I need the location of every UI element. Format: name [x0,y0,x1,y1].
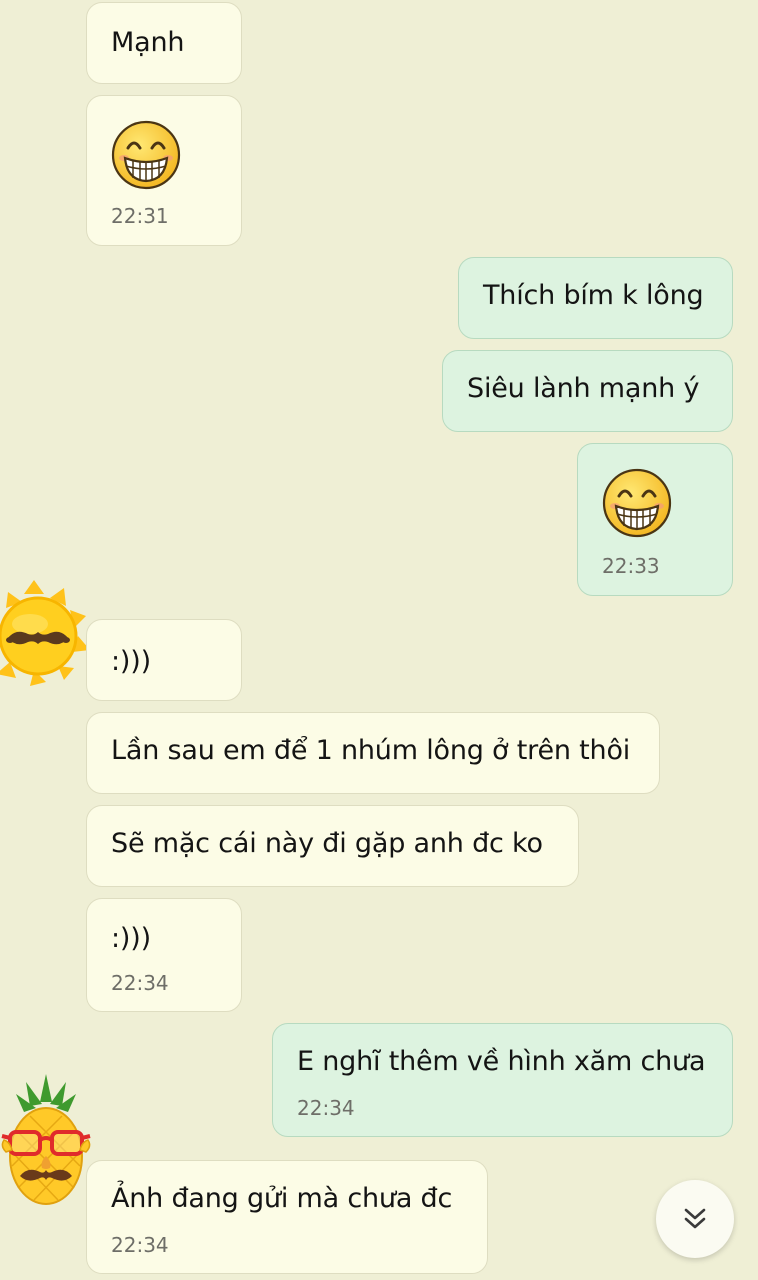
message-timestamp: 22:31 [111,204,169,228]
message-timestamp: 22:34 [111,1233,169,1257]
scroll-to-bottom-button[interactable] [656,1180,734,1258]
message-bubble-incoming[interactable]: Sẽ mặc cái này đi gặp anh đc ko [86,805,579,887]
grinning-face-emoji [602,468,672,538]
message-text: Thích bím k lông [483,280,704,311]
double-chevron-down-icon [684,1208,706,1229]
message-text: E nghĩ thêm về hình xăm chưa [297,1046,706,1077]
message-bubble-outgoing[interactable]: Siêu lành mạnh ý [442,350,733,432]
message-bubble-incoming[interactable]: Ảnh đang gửi mà chưa đc 22:34 [86,1160,488,1274]
message-bubble-outgoing[interactable]: 22:33 [577,443,733,596]
chat-message-list[interactable]: Mạnh 22:31 Thích bím k lông Siêu lành mạ… [0,0,758,1280]
message-text: Sẽ mặc cái này đi gặp anh đc ko [111,828,543,859]
message-timestamp: 22:34 [297,1096,355,1120]
message-timestamp: 22:33 [602,554,660,578]
message-text: Siêu lành mạnh ý [467,373,700,404]
message-bubble-outgoing[interactable]: E nghĩ thêm về hình xăm chưa 22:34 [272,1023,733,1137]
message-bubble-incoming[interactable]: Lần sau em để 1 nhúm lông ở trên thôi [86,712,660,794]
message-bubble-incoming[interactable]: :))) 22:34 [86,898,242,1012]
message-timestamp: 22:34 [111,971,169,995]
message-text: Ảnh đang gửi mà chưa đc [111,1183,453,1214]
sun-mustache-avatar[interactable] [0,578,94,688]
pineapple-glasses-avatar[interactable] [0,1072,96,1212]
message-text: Mạnh [111,27,185,58]
message-text: Lần sau em để 1 nhúm lông ở trên thôi [111,735,631,766]
message-text: :))) [111,646,151,677]
message-bubble-incoming[interactable]: Mạnh [86,2,242,84]
grinning-face-emoji [111,120,181,190]
message-bubble-incoming[interactable]: :))) [86,619,242,701]
message-bubble-outgoing[interactable]: Thích bím k lông [458,257,733,339]
message-text: :))) [111,923,151,954]
message-bubble-incoming[interactable]: 22:31 [86,95,242,246]
